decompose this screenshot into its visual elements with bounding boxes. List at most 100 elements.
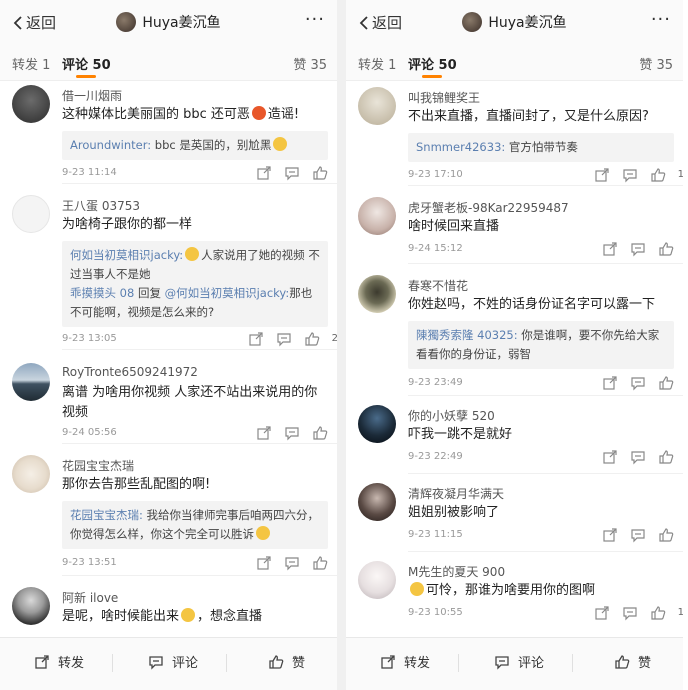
commenter-name[interactable]: 阿新 ilove <box>62 589 118 606</box>
repost-button[interactable]: 转发 <box>34 652 84 671</box>
share-icon[interactable] <box>248 331 264 347</box>
thumbs-up-icon[interactable] <box>312 165 328 181</box>
comment-meta: 9-23 17:10 1 <box>408 167 683 183</box>
bottom-action-bar: 转发 评论 赞 <box>0 637 337 690</box>
commenter-name[interactable]: 叫我锦鲤奖王 <box>408 89 480 106</box>
comment-button[interactable]: 评论 <box>494 652 544 671</box>
tab-repost[interactable]: 转发 1 <box>358 54 396 73</box>
reply-author[interactable]: 花园宝宝杰瑞: <box>70 508 143 522</box>
share-icon[interactable] <box>256 425 272 441</box>
reply-mention[interactable]: @何如当初莫相识jacky: <box>165 286 290 300</box>
tab-comments[interactable]: 评论 50 <box>62 54 111 73</box>
comment-icon[interactable] <box>630 527 646 543</box>
active-tab-indicator <box>422 75 442 78</box>
comment-icon[interactable] <box>276 331 292 347</box>
tab-likes[interactable]: 赞 35 <box>639 54 673 73</box>
comment-icon[interactable] <box>630 375 646 391</box>
share-icon[interactable] <box>594 605 610 621</box>
thumbs-up-icon[interactable] <box>304 331 320 347</box>
comment-time: 9-23 11:15 <box>408 529 463 540</box>
comment-icon[interactable] <box>284 425 300 441</box>
share-icon[interactable] <box>602 527 618 543</box>
poster-avatar[interactable] <box>462 12 483 32</box>
commenter-name[interactable]: 你的小妖孽 520 <box>408 407 495 424</box>
comment-time: 9-23 22:49 <box>408 451 463 462</box>
more-icon[interactable]: ··· <box>305 9 325 30</box>
commenter-name[interactable]: 春寒不惜花 <box>408 277 468 294</box>
comment-icon[interactable] <box>284 165 300 181</box>
tab-comments[interactable]: 评论 50 <box>408 54 457 73</box>
tab-repost[interactable]: 转发 1 <box>12 54 50 73</box>
comment-icon[interactable] <box>622 605 638 621</box>
avatar[interactable] <box>12 195 50 233</box>
commenter-name[interactable]: 虎牙蟹老板-98Kar22959487 <box>408 199 569 216</box>
avatar[interactable] <box>358 483 396 521</box>
avatar[interactable] <box>12 363 50 401</box>
share-icon[interactable] <box>602 375 618 391</box>
repost-button[interactable]: 转发 <box>380 652 430 671</box>
avatar[interactable] <box>12 85 50 123</box>
commenter-name[interactable]: 清辉夜凝月华满天 <box>408 485 504 502</box>
reply-box[interactable]: 花园宝宝杰瑞: 我给你当律师完事后咱两四六分，你觉得怎么样，你这个完全可以胜诉 <box>62 501 328 549</box>
comment-icon[interactable] <box>630 449 646 465</box>
avatar[interactable] <box>358 197 396 235</box>
avatar[interactable] <box>358 275 396 313</box>
more-icon[interactable]: ··· <box>651 9 671 30</box>
reply-author[interactable]: 何如当初莫相识jacky: <box>70 248 183 262</box>
thumbs-up-icon[interactable] <box>312 555 328 571</box>
reply-box[interactable]: Snmmer42633: 官方怕带节奏 <box>408 133 674 162</box>
angry-emoji-icon <box>251 106 266 120</box>
commenter-name[interactable]: M先生的夏天 900 <box>408 563 505 580</box>
thumbs-up-icon[interactable] <box>650 605 666 621</box>
thumbs-up-icon[interactable] <box>658 375 674 391</box>
commenter-name[interactable]: 王八蛋 03753 <box>62 197 140 214</box>
poster-header[interactable]: Huya姜沉鱼 <box>0 12 337 32</box>
divider <box>112 654 113 672</box>
like-button[interactable]: 赞 <box>268 652 305 671</box>
like-count: 1 <box>677 607 683 618</box>
share-icon[interactable] <box>256 165 272 181</box>
comment-icon[interactable] <box>284 555 300 571</box>
poster-header[interactable]: Huya姜沉鱼 <box>346 12 683 32</box>
like-button[interactable]: 赞 <box>614 652 651 671</box>
comment-item: 借一川烟雨 这种媒体比美丽国的 bbc 还可恶 造谣! Aroundwinter:… <box>0 85 337 185</box>
share-icon[interactable] <box>602 449 618 465</box>
commenter-name[interactable]: 借一川烟雨 <box>62 87 122 104</box>
comment-button[interactable]: 评论 <box>148 652 198 671</box>
avatar[interactable] <box>12 587 50 625</box>
commenter-name[interactable]: RoyTronte6509241972 <box>62 365 198 379</box>
comment-icon[interactable] <box>630 241 646 257</box>
reply-author[interactable]: Aroundwinter: <box>70 138 151 152</box>
poster-avatar[interactable] <box>116 12 137 32</box>
avatar[interactable] <box>358 87 396 125</box>
reply-author[interactable]: Snmmer42633: <box>416 140 505 154</box>
thumbs-up-icon[interactable] <box>658 527 674 543</box>
share-icon[interactable] <box>594 167 610 183</box>
thumbs-up-icon[interactable] <box>650 167 666 183</box>
comment-list[interactable]: 叫我锦鲤奖王 不出来直播，直播间封了，又是什么原因? Snmmer42633: … <box>346 81 683 638</box>
avatar[interactable] <box>358 405 396 443</box>
divider <box>408 185 683 186</box>
reply-author[interactable]: 陳獨秀索隆 40325: <box>416 328 518 342</box>
divider <box>408 263 683 264</box>
comment-time: 9-23 13:51 <box>62 557 117 568</box>
tab-likes[interactable]: 赞 35 <box>293 54 327 73</box>
comment-text: 吓我一跳不是就好 <box>408 427 513 442</box>
comment-list[interactable]: 借一川烟雨 这种媒体比美丽国的 bbc 还可恶 造谣! Aroundwinter:… <box>0 81 337 638</box>
share-icon[interactable] <box>256 555 272 571</box>
thumbs-up-icon[interactable] <box>658 241 674 257</box>
reply-author[interactable]: 乖摸摸头 08 <box>70 286 134 300</box>
reply-box[interactable]: 何如当初莫相识jacky: 人家说用了她的视频 不过当事人不是她 乖摸摸头 08 … <box>62 241 328 327</box>
comment-text: 离谱 为啥用你视频 人家还不站出来说用的你视频 <box>62 385 318 420</box>
thumbs-up-icon[interactable] <box>312 425 328 441</box>
reply-box[interactable]: 陳獨秀索隆 40325: 你是谁啊，要不你先给大家看看你的身份证，弱智 <box>408 321 674 369</box>
comment-item: 叫我锦鲤奖王 不出来直播，直播间封了，又是什么原因? Snmmer42633: … <box>346 87 683 187</box>
share-icon[interactable] <box>602 241 618 257</box>
commenter-name[interactable]: 花园宝宝杰瑞 <box>62 457 134 474</box>
comment-item: 阿新 ilove 是呢，啥时候能出来 ，想念直播 <box>0 587 337 637</box>
thumbs-up-icon[interactable] <box>658 449 674 465</box>
avatar[interactable] <box>12 455 50 493</box>
avatar[interactable] <box>358 561 396 599</box>
reply-box[interactable]: Aroundwinter: bbc 是英国的，别尬黑 <box>62 131 328 160</box>
comment-icon[interactable] <box>622 167 638 183</box>
